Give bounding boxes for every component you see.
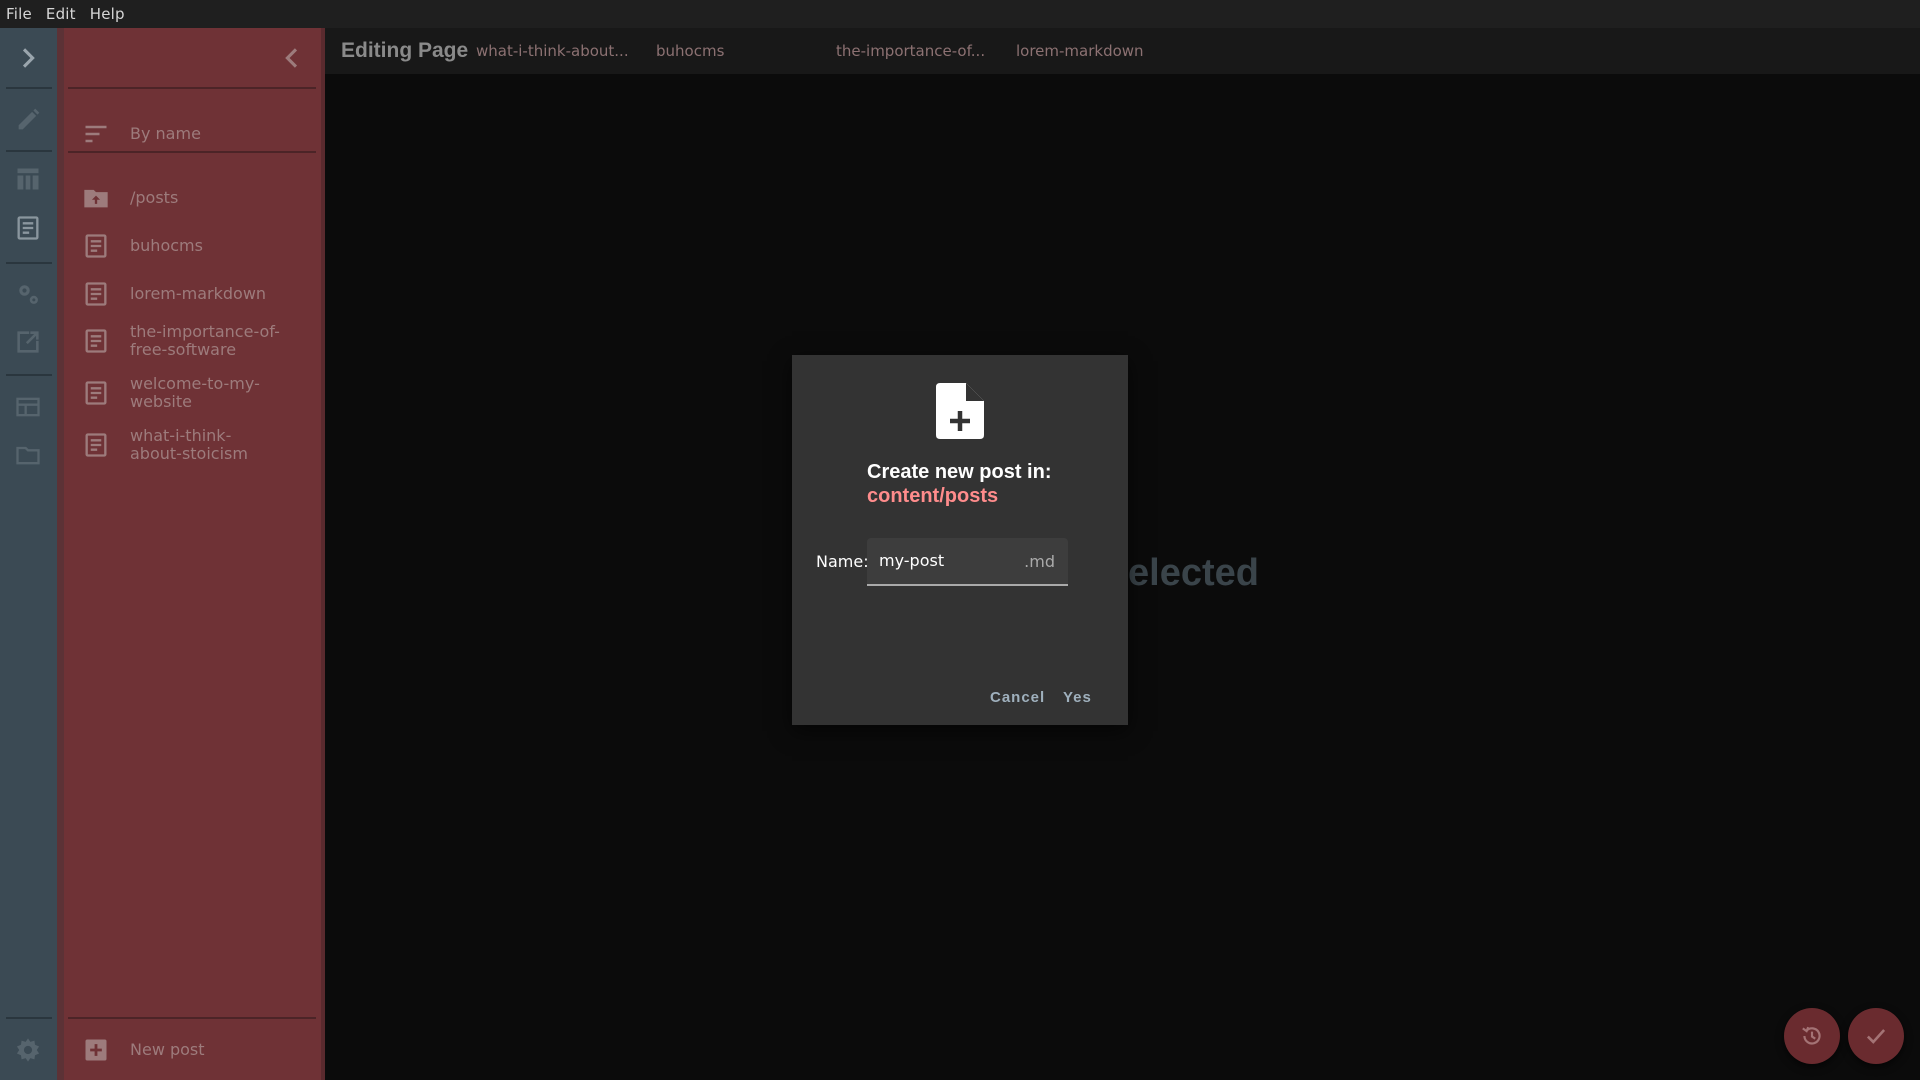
name-input[interactable] [879, 551, 1019, 570]
history-button[interactable] [1784, 1008, 1840, 1064]
add-box-icon [85, 1039, 107, 1061]
new-post-button[interactable]: New post [82, 1036, 312, 1064]
dialog-heading: Create new post in: [867, 461, 1052, 483]
file-label: the-importance-of-free-software [130, 322, 280, 359]
dialog-path: content/posts [867, 485, 999, 507]
extension-suffix: .md [1024, 552, 1055, 571]
folder-up-icon [84, 189, 108, 208]
file-label: buhocms [130, 236, 203, 255]
sort-icon [85, 125, 107, 143]
sidebar-item-file[interactable]: lorem-markdown [82, 280, 312, 308]
tab-buhocms[interactable]: buhocms [656, 42, 724, 60]
history-icon [1802, 1026, 1821, 1045]
document-icon[interactable] [12, 212, 44, 244]
menu-help[interactable]: Help [90, 5, 125, 23]
file-label: lorem-markdown [130, 284, 267, 303]
gear-icon[interactable] [12, 1034, 44, 1066]
folder-icon[interactable] [12, 439, 44, 471]
page-title: Editing Page [341, 39, 469, 62]
yes-button[interactable]: Yes [1063, 689, 1092, 706]
tab-lorem-markdown[interactable]: lorem-markdown [1016, 42, 1144, 60]
file-icon [85, 329, 107, 353]
icon-rail [0, 28, 57, 1080]
menu-file[interactable]: File [6, 5, 32, 23]
name-field[interactable]: .md [867, 538, 1068, 586]
sort-label: By name [130, 124, 201, 143]
sidebar-item-file[interactable]: buhocms [82, 232, 312, 260]
editor-header: Editing Page what-i-think-about... buhoc… [325, 28, 1920, 74]
sidebar-item-file[interactable]: the-importance-of-free-software [82, 323, 312, 359]
expand-chevron-icon[interactable] [12, 42, 44, 74]
new-post-label: New post [130, 1040, 205, 1059]
file-icon [85, 282, 107, 306]
check-icon [1866, 1029, 1886, 1044]
layout-icon[interactable] [12, 391, 44, 423]
table-icon[interactable] [12, 163, 44, 195]
folder-label: /posts [130, 188, 179, 207]
sidebar-resize-handle[interactable] [321, 28, 325, 1080]
new-file-icon [936, 383, 984, 439]
file-label: welcome-to-my-website [130, 374, 260, 411]
empty-state-text: elected [1128, 552, 1259, 594]
new-post-dialog: Create new post in: content/posts Name: … [792, 355, 1128, 725]
name-label: Name: [816, 552, 869, 571]
sidebar-item-file[interactable]: what-i-think-about-stoicism [82, 427, 312, 463]
sort-by-name[interactable]: By name [82, 120, 312, 148]
tab-what-i-think-about[interactable]: what-i-think-about... [476, 42, 629, 60]
menubar: File Edit Help [0, 0, 1920, 28]
file-icon [85, 433, 107, 457]
sidebar-item-posts-folder[interactable]: /posts [82, 184, 312, 212]
settings-gears-icon[interactable] [12, 278, 44, 310]
file-icon [85, 234, 107, 258]
file-icon [85, 381, 107, 405]
collapse-chevron-icon[interactable] [276, 42, 308, 74]
open-external-icon[interactable] [12, 326, 44, 358]
file-sidebar: By name /posts buhocms lorem-markdown th… [64, 28, 321, 1080]
file-label: what-i-think-about-stoicism [130, 426, 248, 463]
rail-divider [57, 28, 64, 1080]
sidebar-item-file[interactable]: welcome-to-my-website [82, 375, 312, 411]
save-button[interactable] [1848, 1008, 1904, 1064]
menu-edit[interactable]: Edit [46, 5, 76, 23]
pencil-icon[interactable] [12, 104, 44, 136]
cancel-button[interactable]: Cancel [990, 689, 1045, 706]
tab-the-importance-of[interactable]: the-importance-of... [836, 42, 985, 60]
